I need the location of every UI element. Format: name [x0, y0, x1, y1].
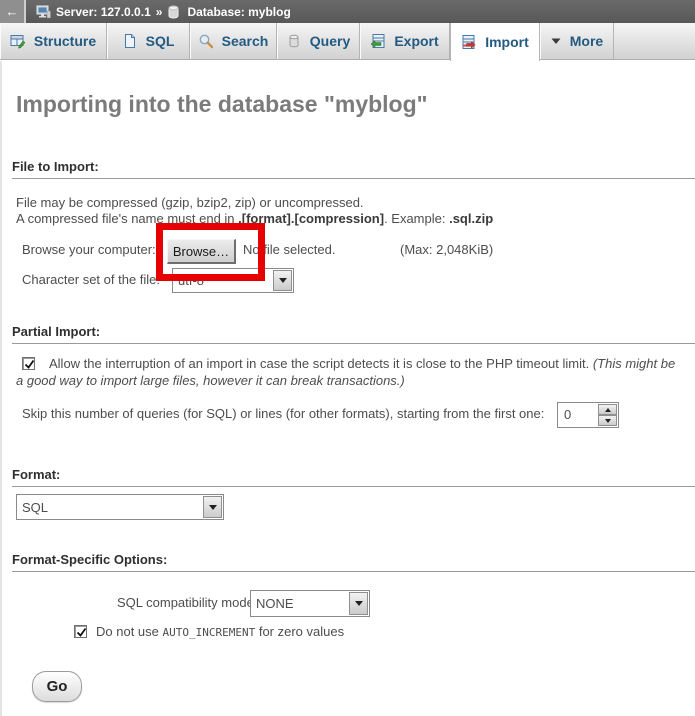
tab-more[interactable]: More [540, 23, 614, 59]
stepper-up-icon[interactable] [598, 404, 617, 415]
sql-icon [122, 33, 138, 49]
structure-icon [10, 33, 26, 49]
sql-compat-label: SQL compatibility mode: [117, 595, 257, 610]
autoinc-checkbox[interactable] [74, 625, 87, 638]
breadcrumb-bar: ← Server: 127.0.0.1 » Database: myblog [0, 0, 695, 23]
server-icon [36, 5, 51, 19]
section-heading-format: Format: [12, 467, 695, 487]
allow-interrupt-row: Allow the interruption of an import in c… [16, 355, 684, 389]
breadcrumb: Server: 127.0.0.1 » Database: myblog [26, 5, 291, 19]
autoinc-row: Do not use AUTO_INCREMENT for zero value… [74, 624, 344, 639]
tab-label: Export [394, 33, 438, 49]
browse-label: Browse your computer: [22, 242, 156, 257]
query-icon [286, 33, 302, 49]
tab-sql[interactable]: SQL [107, 23, 190, 59]
go-button[interactable]: Go [32, 671, 82, 702]
sql-compat-dropdown-arrow-icon[interactable] [349, 592, 368, 615]
compression-hint-line1: File may be compressed (gzip, bzip2, zip… [16, 195, 364, 210]
main-content: Importing into the database "myblog" Fil… [0, 61, 695, 716]
browse-button[interactable]: Browse… [167, 239, 236, 264]
autoinc-code: AUTO_INCREMENT [163, 626, 256, 639]
no-file-selected-text: No file selected. [243, 242, 336, 257]
import-icon [461, 34, 477, 50]
page-title: Importing into the database "myblog" [16, 91, 428, 118]
section-heading-partial-import: Partial Import: [12, 324, 695, 344]
autoinc-text-prefix: Do not use [96, 624, 163, 639]
tab-search[interactable]: Search [190, 23, 277, 59]
back-button[interactable]: ← [0, 0, 26, 23]
sql-compat-selected-value: NONE [251, 596, 348, 611]
charset-selected-value: utf-8 [173, 273, 272, 288]
tab-structure[interactable]: Structure [0, 23, 107, 59]
max-size-text: (Max: 2,048KiB) [400, 242, 493, 257]
chevron-down-icon [550, 35, 562, 47]
tab-label: Query [310, 33, 350, 49]
tab-query[interactable]: Query [277, 23, 360, 59]
section-heading-format-specific: Format-Specific Options: [12, 552, 695, 572]
tab-bar: Structure SQL Search Query Export Import [0, 23, 695, 60]
format-dropdown-arrow-icon[interactable] [203, 496, 222, 518]
tab-label: Import [485, 34, 529, 50]
charset-select[interactable]: utf-8 [172, 268, 294, 293]
sql-compat-select[interactable]: NONE [250, 590, 370, 617]
format-select[interactable]: SQL [16, 494, 224, 520]
allow-interrupt-checkbox[interactable] [22, 357, 35, 370]
charset-dropdown-arrow-icon[interactable] [273, 270, 292, 291]
charset-label: Character set of the file: [22, 272, 160, 287]
tab-label: More [570, 33, 603, 49]
breadcrumb-database[interactable]: Database: myblog [187, 5, 290, 19]
search-icon [198, 33, 214, 49]
tab-import[interactable]: Import [450, 23, 540, 61]
tab-label: Structure [34, 33, 96, 49]
export-icon [370, 33, 386, 49]
format-selected-value: SQL [17, 500, 202, 515]
autoinc-text-suffix: for zero values [255, 624, 344, 639]
section-heading-file-to-import: File to Import: [12, 159, 695, 179]
breadcrumb-separator: » [156, 5, 163, 19]
database-icon [167, 5, 182, 19]
tab-export[interactable]: Export [360, 23, 450, 59]
skip-queries-stepper[interactable]: 0 [557, 402, 619, 428]
allow-interrupt-text: Allow the interruption of an import in c… [49, 356, 593, 371]
tab-bar-filler [614, 23, 695, 59]
tab-label: Search [222, 33, 269, 49]
back-arrow-icon: ← [6, 4, 19, 19]
skip-queries-label: Skip this number of queries (for SQL) or… [22, 406, 544, 421]
tab-label: SQL [146, 33, 175, 49]
breadcrumb-server[interactable]: Server: 127.0.0.1 [56, 5, 151, 19]
compression-hint-line2: A compressed file's name must end in .[f… [16, 211, 493, 226]
skip-queries-value: 0 [558, 403, 597, 427]
stepper-down-icon[interactable] [598, 415, 617, 426]
